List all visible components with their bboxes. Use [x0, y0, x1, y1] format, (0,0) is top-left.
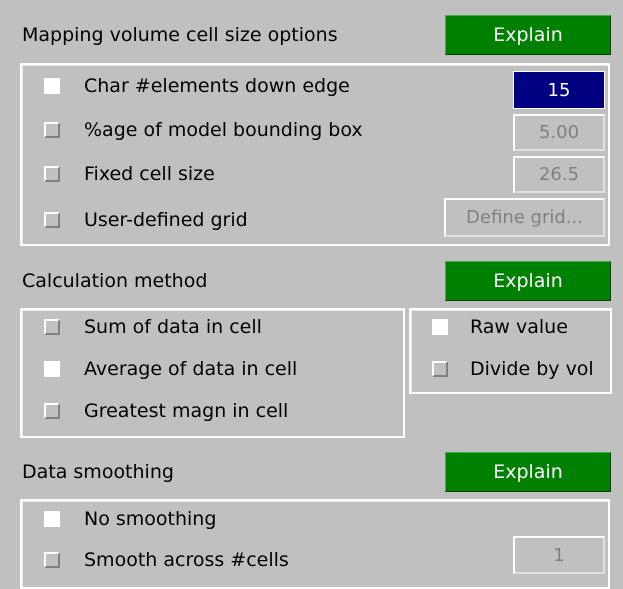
fixed-cell-size-option[interactable]: Fixed cell size [44, 163, 215, 185]
sum-data-label: Sum of data in cell [84, 316, 262, 338]
no-smoothing-checkbox[interactable] [44, 511, 60, 527]
char-elements-checkbox[interactable] [44, 78, 60, 94]
no-smoothing-label: No smoothing [84, 508, 217, 530]
char-elements-input[interactable]: 15 [513, 71, 605, 109]
sum-data-checkbox[interactable] [44, 319, 60, 335]
smooth-cells-input[interactable]: 1 [513, 536, 605, 574]
user-defined-grid-option[interactable]: User-defined grid [44, 209, 248, 231]
divide-by-vol-label: Divide by vol [470, 358, 594, 380]
divide-by-vol-option[interactable]: Divide by vol [432, 358, 594, 380]
smooth-across-option[interactable]: Smooth across #cells [44, 549, 289, 571]
bbox-percent-input[interactable]: 5.00 [513, 114, 605, 151]
smoothing-section-title: Data smoothing [22, 461, 174, 483]
calculation-section-title: Calculation method [22, 270, 208, 292]
greatest-magn-label: Greatest magn in cell [84, 400, 289, 422]
average-data-checkbox[interactable] [44, 361, 60, 377]
char-elements-label: Char #elements down edge [84, 75, 350, 97]
mapping-section-title: Mapping volume cell size options [22, 24, 338, 46]
bbox-percent-label: %age of model bounding box [84, 119, 363, 141]
sum-data-option[interactable]: Sum of data in cell [44, 316, 262, 338]
mapping-explain-button[interactable]: Explain [445, 15, 611, 55]
define-grid-button[interactable]: Define grid... [444, 198, 605, 237]
char-elements-option[interactable]: Char #elements down edge [44, 75, 350, 97]
bbox-percent-option[interactable]: %age of model bounding box [44, 119, 363, 141]
fixed-cell-size-input[interactable]: 26.5 [513, 156, 605, 193]
greatest-magn-option[interactable]: Greatest magn in cell [44, 400, 288, 422]
average-data-option[interactable]: Average of data in cell [44, 358, 297, 380]
divide-by-vol-checkbox[interactable] [432, 361, 448, 377]
user-defined-grid-label: User-defined grid [84, 209, 248, 231]
greatest-magn-checkbox[interactable] [44, 403, 60, 419]
bbox-percent-checkbox[interactable] [44, 122, 60, 138]
fixed-cell-size-label: Fixed cell size [84, 163, 215, 185]
calculation-explain-button[interactable]: Explain [445, 261, 611, 301]
smoothing-explain-button[interactable]: Explain [445, 452, 611, 492]
user-defined-grid-checkbox[interactable] [44, 212, 60, 228]
raw-value-checkbox[interactable] [432, 319, 448, 335]
fixed-cell-size-checkbox[interactable] [44, 166, 60, 182]
average-data-label: Average of data in cell [84, 358, 298, 380]
raw-value-option[interactable]: Raw value [432, 316, 568, 338]
raw-value-label: Raw value [470, 316, 568, 338]
smooth-across-label: Smooth across #cells [84, 549, 289, 571]
no-smoothing-option[interactable]: No smoothing [44, 508, 216, 530]
smooth-across-checkbox[interactable] [44, 552, 60, 568]
